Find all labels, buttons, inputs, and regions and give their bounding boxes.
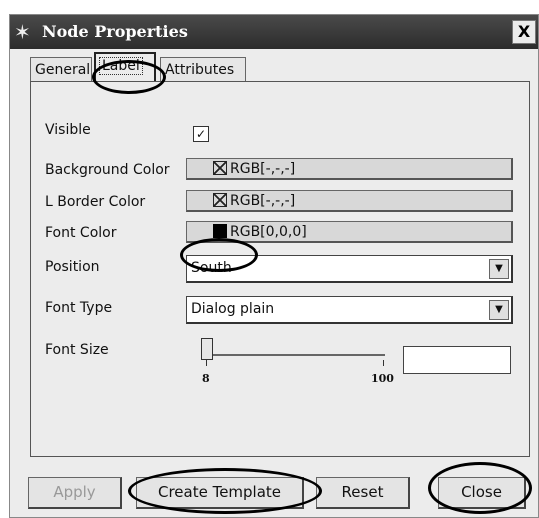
tab-general-label: General	[35, 62, 91, 78]
font-size-min-label: 8	[202, 372, 210, 385]
border-color-label: L Border Color	[45, 194, 146, 210]
close-button[interactable]: Close	[438, 477, 526, 509]
title-bar: ✶ Node Properties X	[10, 15, 538, 49]
font-size-slider-thumb[interactable]	[201, 338, 213, 360]
tab-label[interactable]: Label	[94, 52, 156, 81]
chevron-down-icon[interactable]: ▼	[489, 259, 509, 279]
border-color-value: RGB[-,-,-]	[230, 193, 296, 209]
background-color-button[interactable]: RGB[-,-,-]	[186, 158, 513, 180]
font-size-slider-track[interactable]	[205, 354, 385, 356]
no-color-icon	[213, 161, 227, 175]
create-template-button[interactable]: Create Template	[136, 477, 304, 509]
app-icon: ✶	[14, 20, 31, 44]
font-size-input[interactable]	[403, 346, 511, 374]
color-swatch-icon	[213, 224, 227, 238]
font-color-button[interactable]: RGB[0,0,0]	[186, 221, 513, 243]
font-type-value: Dialog plain	[191, 301, 275, 317]
apply-button[interactable]: Apply	[28, 477, 122, 509]
font-size-max-label: 100	[371, 372, 394, 385]
no-color-icon	[213, 193, 227, 207]
font-color-value: RGB[0,0,0]	[230, 224, 307, 240]
position-label: Position	[45, 259, 100, 275]
visible-checkbox[interactable]: ✓	[193, 126, 209, 142]
chevron-down-icon[interactable]: ▼	[489, 300, 509, 320]
background-color-value: RGB[-,-,-]	[230, 161, 296, 177]
background-color-label: Background Color	[45, 162, 170, 178]
position-value: South	[191, 260, 232, 276]
font-type-label: Font Type	[45, 300, 113, 316]
window-title: Node Properties	[42, 22, 188, 41]
window-close-button[interactable]: X	[512, 20, 536, 44]
tab-label-label: Label	[99, 57, 143, 75]
tab-attributes-label: Attributes	[165, 62, 235, 78]
tab-attributes[interactable]: Attributes	[160, 57, 246, 81]
font-size-label: Font Size	[45, 342, 109, 358]
node-properties-dialog: ✶ Node Properties X General Label Attrib…	[9, 14, 539, 518]
tab-general[interactable]: General	[30, 57, 92, 81]
slider-tick-max	[383, 360, 384, 366]
visible-label: Visible	[45, 122, 91, 138]
tab-strip: General Label Attributes	[10, 49, 538, 81]
reset-button[interactable]: Reset	[316, 477, 410, 509]
slider-tick-min	[206, 360, 207, 366]
position-select[interactable]: South ▼	[186, 255, 513, 283]
font-type-select[interactable]: Dialog plain ▼	[186, 296, 513, 324]
border-color-button[interactable]: RGB[-,-,-]	[186, 190, 513, 212]
label-tab-panel: Visible ✓ Background Color RGB[-,-,-] L …	[30, 81, 530, 457]
font-color-label: Font Color	[45, 225, 117, 241]
